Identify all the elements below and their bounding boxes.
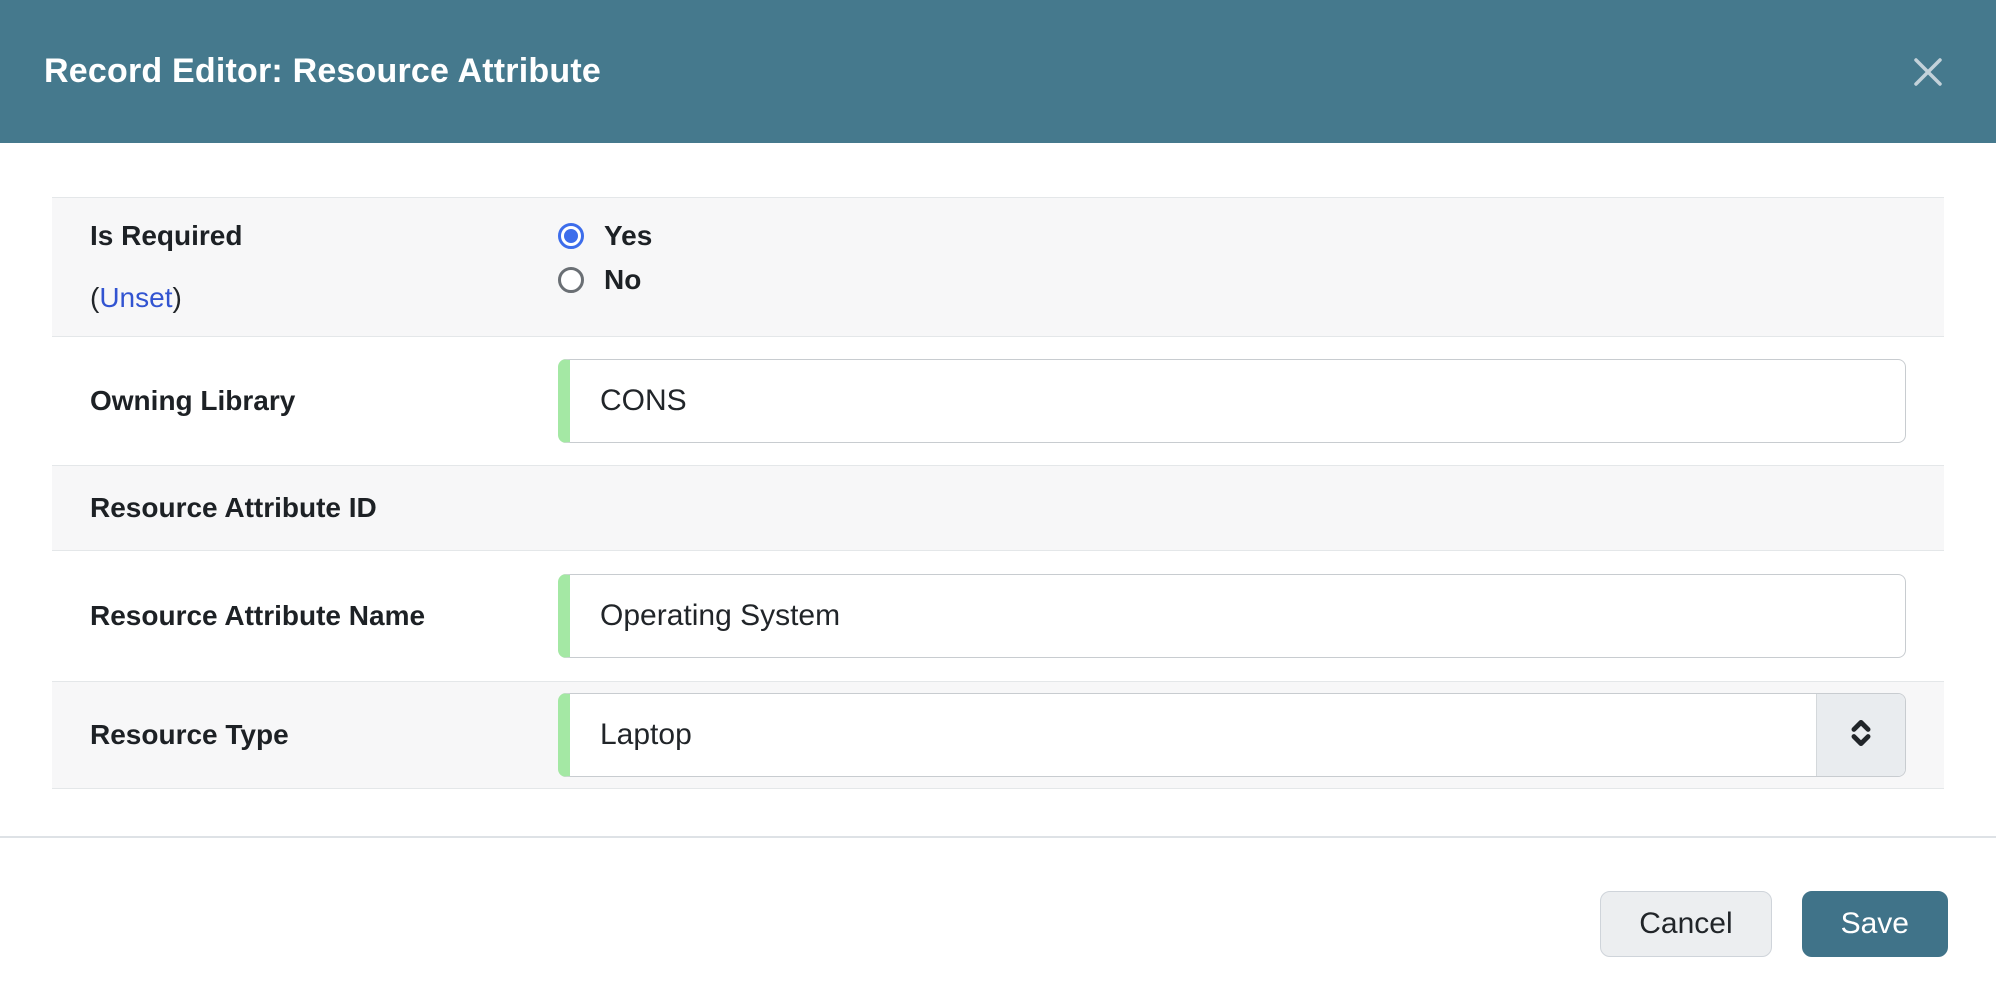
cancel-button[interactable]: Cancel (1600, 891, 1771, 957)
resource-attribute-name-input[interactable] (558, 574, 1906, 658)
resource-attribute-name-label: Resource Attribute Name (90, 600, 558, 632)
unset-line: (Unset) (90, 282, 558, 314)
radio-option-no[interactable]: No (558, 264, 1944, 296)
form-row-resource-attribute-name: Resource Attribute Name (52, 551, 1944, 681)
form-row-resource-attribute-id: Resource Attribute ID (52, 465, 1944, 551)
record-editor-form: Is Required (Unset) Yes No Owning Librar… (52, 197, 1944, 789)
radio-yes-label: Yes (604, 220, 652, 252)
is-required-label: Is Required (90, 220, 558, 252)
resource-type-label: Resource Type (90, 719, 558, 751)
owning-library-input[interactable] (558, 359, 1906, 443)
resource-type-select[interactable]: Laptop (558, 693, 1906, 777)
unset-paren-open: ( (90, 282, 99, 313)
close-icon (1906, 82, 1950, 97)
radio-no-label: No (604, 264, 641, 296)
modal-header: Record Editor: Resource Attribute (0, 0, 1996, 143)
save-button[interactable]: Save (1802, 891, 1948, 957)
record-editor-modal: Record Editor: Resource Attribute Is Req… (0, 0, 1996, 1007)
owning-library-label: Owning Library (90, 385, 558, 417)
chevron-up-down-icon (1844, 716, 1878, 755)
close-button[interactable] (1906, 50, 1950, 94)
radio-no-icon[interactable] (558, 267, 584, 293)
radio-option-yes[interactable]: Yes (558, 220, 1944, 252)
modal-footer: Cancel Save (0, 838, 1996, 957)
unset-link[interactable]: Unset (99, 282, 172, 313)
form-row-owning-library: Owning Library (52, 337, 1944, 465)
resource-type-selected-value: Laptop (570, 694, 1816, 776)
form-row-resource-type: Resource Type Laptop (52, 681, 1944, 789)
modal-title: Record Editor: Resource Attribute (44, 52, 601, 91)
resource-type-spinner[interactable] (1816, 694, 1905, 776)
resource-attribute-id-label: Resource Attribute ID (90, 492, 558, 524)
unset-paren-close: ) (172, 282, 181, 313)
radio-yes-icon[interactable] (558, 223, 584, 249)
form-row-is-required: Is Required (Unset) Yes No (52, 197, 1944, 337)
